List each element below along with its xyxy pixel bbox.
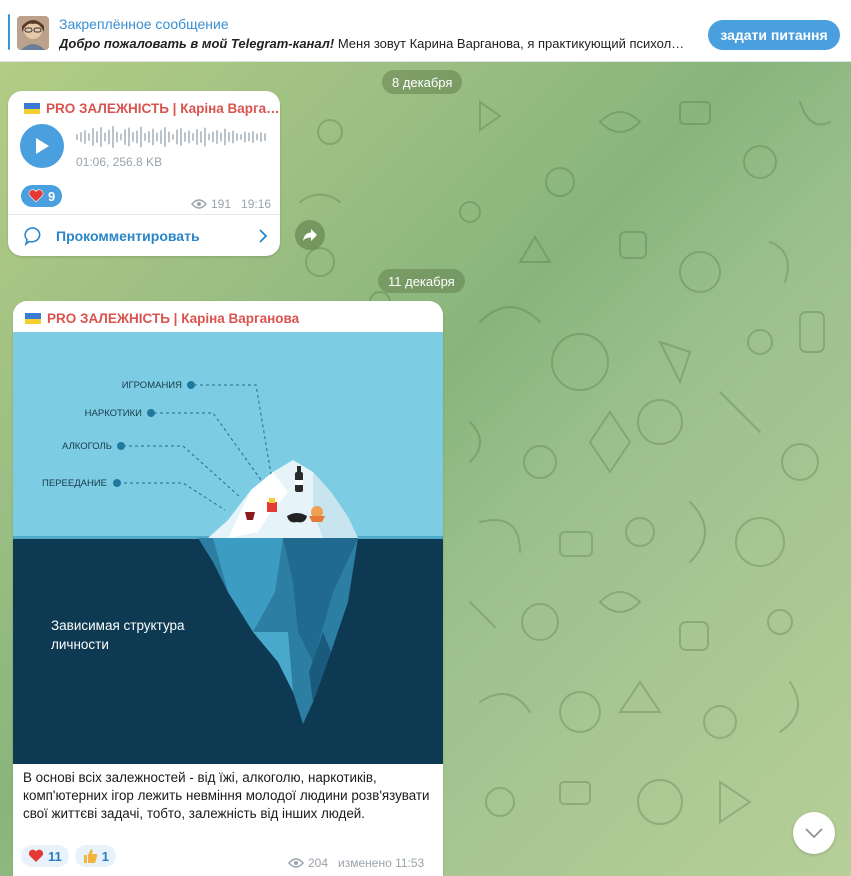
reactions: 11 1 xyxy=(21,845,116,867)
voice-waveform[interactable] xyxy=(76,125,272,149)
play-icon xyxy=(36,138,49,154)
image-title-line2: личности xyxy=(51,637,109,652)
label-drugs: НАРКОТИКИ xyxy=(85,408,143,419)
reaction-count: 9 xyxy=(48,188,56,204)
post-caption: В основі всіх залежностей - від їжі, алк… xyxy=(23,770,430,821)
pinned-text-rest: Меня зовут Карина Варганова, я практикую… xyxy=(334,36,685,51)
ukraine-flag-icon xyxy=(24,103,40,114)
label-overeating: ПЕРЕЕДАНИЕ xyxy=(42,478,107,489)
scroll-down-button[interactable] xyxy=(793,812,835,854)
pinned-message-bar[interactable]: Закреплённое сообщение Добро пожаловать … xyxy=(0,0,851,62)
message-image-post[interactable]: PRO ЗАЛЕЖНІСТЬ | Каріна Варганова ИГРОМА… xyxy=(13,301,443,876)
message-voice[interactable]: PRO ЗАЛЕЖНІСТЬ | Каріна Варга… 01:06, 25… xyxy=(8,91,280,256)
edited-time: изменено 11:53 xyxy=(338,856,425,870)
ukraine-flag-icon xyxy=(25,313,41,324)
channel-name[interactable]: PRO ЗАЛЕЖНІСТЬ | Каріна Варга… xyxy=(24,101,280,116)
comment-label: Прокомментировать xyxy=(56,227,200,244)
views-count: 204 xyxy=(308,856,329,870)
reaction-heart[interactable]: 11 xyxy=(21,845,69,867)
chevron-down-icon xyxy=(805,828,823,838)
reaction-heart[interactable]: 9 xyxy=(21,185,63,207)
channel-name[interactable]: PRO ЗАЛЕЖНІСТЬ | Каріна Варганова xyxy=(25,311,299,326)
heart-icon xyxy=(28,189,44,203)
channel-name-label: PRO ЗАЛЕЖНІСТЬ | Каріна Варганова xyxy=(47,311,300,326)
views-icon xyxy=(288,858,304,868)
share-button[interactable] xyxy=(295,220,325,250)
pinned-text: Добро пожаловать в мой Telegram-канал! М… xyxy=(59,36,694,51)
message-time: 19:16 xyxy=(241,197,272,211)
comment-button[interactable]: Прокомментировать xyxy=(8,214,280,256)
views-count: 191 xyxy=(211,197,232,211)
comment-icon xyxy=(24,226,41,246)
message-meta: 204 изменено 11:53 xyxy=(288,856,424,870)
voice-duration-size: 01:06, 256.8 KB xyxy=(76,155,163,169)
share-icon xyxy=(303,229,317,241)
pinned-text-bold: Добро пожаловать в мой Telegram-канал! xyxy=(59,36,335,51)
label-gambling: ИГРОМАНИЯ xyxy=(122,380,182,391)
channel-name-label: PRO ЗАЛЕЖНІСТЬ | Каріна Варга… xyxy=(46,101,280,116)
date-label: 8 декабря xyxy=(392,74,453,90)
views-icon xyxy=(191,199,207,209)
play-button[interactable] xyxy=(20,124,64,168)
reaction-count: 11 xyxy=(48,848,62,864)
image-title-line1: Зависимая структура xyxy=(51,618,185,633)
pinned-thumbnail xyxy=(17,16,49,50)
chat-area[interactable]: 8 декабря PRO ЗАЛЕЖНІСТЬ | Каріна Варга…… xyxy=(0,62,851,876)
pinned-title: Закреплённое сообщение xyxy=(59,16,229,32)
reactions: 9 xyxy=(21,185,63,208)
date-separator: 8 декабря xyxy=(382,70,463,94)
pinned-accent-bar xyxy=(8,14,10,50)
thumbs-up-icon xyxy=(83,849,97,863)
date-separator: 11 декабря xyxy=(378,269,465,293)
heart-icon xyxy=(28,849,44,862)
label-alcohol: АЛКОГОЛЬ xyxy=(62,441,112,452)
chevron-right-icon xyxy=(259,228,268,243)
ask-question-button[interactable]: задати питання xyxy=(708,20,840,50)
reaction-count: 1 xyxy=(101,848,109,864)
reaction-thumbs-up[interactable]: 1 xyxy=(74,845,116,867)
iceberg-image[interactable]: ИГРОМАНИЯ НАРКОТИКИ АЛКОГОЛЬ ПЕРЕЕДАНИЕ … xyxy=(13,332,443,764)
date-label: 11 декабря xyxy=(388,273,455,289)
message-meta: 191 19:16 xyxy=(191,197,271,211)
